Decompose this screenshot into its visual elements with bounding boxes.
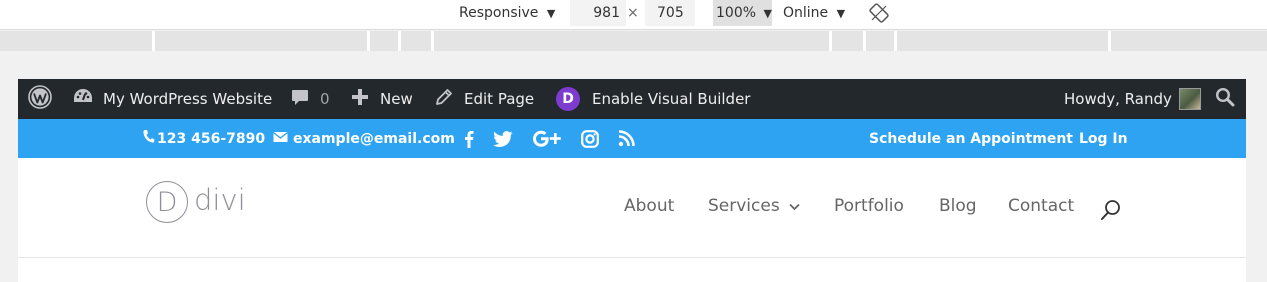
site-name-label: My WordPress Website xyxy=(103,90,273,108)
header-search-icon[interactable] xyxy=(1100,199,1122,226)
chevron-down-icon xyxy=(789,196,800,216)
edit-page-link[interactable]: Edit Page xyxy=(434,79,534,119)
phone-link[interactable]: 123 456-7890 xyxy=(142,119,265,158)
nav-item-services[interactable]: Services xyxy=(708,196,800,216)
google-plus-icon[interactable] xyxy=(532,130,562,148)
site-name-link[interactable]: My WordPress Website xyxy=(72,79,272,119)
howdy-label: Howdy, Randy xyxy=(1064,90,1172,108)
divi-d-icon: D xyxy=(556,87,580,111)
page-content-area xyxy=(18,259,1246,282)
nav-item-portfolio[interactable]: Portfolio xyxy=(834,196,904,216)
avatar xyxy=(1178,88,1201,110)
wordpress-icon xyxy=(28,85,52,113)
email-link[interactable]: example@email.com xyxy=(273,119,455,158)
main-header: D divi About Services Portfolio Blog Con… xyxy=(18,158,1246,258)
divi-logo-mark: D xyxy=(146,181,188,223)
wordpress-logo-button[interactable] xyxy=(28,79,52,119)
site-logo[interactable]: D divi xyxy=(146,181,246,223)
chevron-down-icon: ▼ xyxy=(763,7,772,20)
twitter-icon[interactable] xyxy=(493,130,513,147)
device-mode-dropdown[interactable]: Responsive ▼ xyxy=(459,0,555,26)
envelope-icon xyxy=(273,131,288,147)
admin-search-button[interactable] xyxy=(1215,79,1235,119)
plus-icon xyxy=(351,88,369,110)
email-address: example@email.com xyxy=(293,130,455,147)
edit-page-label: Edit Page xyxy=(464,90,535,108)
facebook-icon[interactable] xyxy=(464,130,474,148)
new-label: New xyxy=(380,90,413,108)
device-mode-label: Responsive xyxy=(459,5,539,21)
phone-number: 123 456-7890 xyxy=(157,130,266,147)
viewport-height-input[interactable]: 705 xyxy=(645,0,695,26)
network-label: Online xyxy=(783,5,829,21)
login-link[interactable]: Log In xyxy=(1079,119,1128,158)
media-query-ruler[interactable] xyxy=(0,31,1267,51)
comments-link[interactable]: 0 xyxy=(290,79,330,119)
dashboard-icon xyxy=(72,87,94,111)
chevron-down-icon: ▼ xyxy=(546,7,556,20)
nav-item-services-label: Services xyxy=(708,196,780,216)
page-viewport: My WordPress Website 0 New Edit Page D E… xyxy=(18,79,1246,282)
chevron-down-icon: ▼ xyxy=(836,7,846,20)
search-icon xyxy=(1215,87,1235,111)
zoom-dropdown[interactable]: 100% ▼ xyxy=(713,0,772,26)
pencil-icon xyxy=(434,87,454,111)
rotate-device-icon[interactable] xyxy=(868,2,890,24)
user-account-menu[interactable]: Howdy, Randy xyxy=(1064,79,1201,119)
schedule-appointment-link[interactable]: Schedule an Appointment xyxy=(869,119,1073,158)
enable-visual-builder-button[interactable]: D Enable Visual Builder xyxy=(556,79,750,119)
dimension-separator: × xyxy=(627,5,639,21)
phone-icon xyxy=(142,129,155,148)
visual-builder-label: Enable Visual Builder xyxy=(592,90,751,108)
viewport-width-input[interactable]: 981 xyxy=(570,0,626,26)
device-toolbar: Responsive ▼ 981 × 705 100% ▼ Online ▼ xyxy=(0,0,1267,30)
divi-logo-text: divi xyxy=(194,183,246,217)
network-throttle-dropdown[interactable]: Online ▼ xyxy=(783,0,845,26)
nav-item-about[interactable]: About xyxy=(624,196,674,216)
nav-item-blog[interactable]: Blog xyxy=(939,196,977,216)
comment-icon xyxy=(290,87,310,111)
rss-icon[interactable] xyxy=(618,130,635,147)
new-content-button[interactable]: New xyxy=(351,79,413,119)
top-header-bar: 123 456-7890 example@email.com Schedule … xyxy=(18,119,1246,158)
zoom-label: 100% xyxy=(716,5,757,21)
instagram-icon[interactable] xyxy=(581,129,599,148)
nav-item-contact[interactable]: Contact xyxy=(1008,196,1074,216)
wp-admin-bar: My WordPress Website 0 New Edit Page D E… xyxy=(18,79,1246,119)
comment-count: 0 xyxy=(320,90,330,108)
social-icons xyxy=(464,119,654,158)
